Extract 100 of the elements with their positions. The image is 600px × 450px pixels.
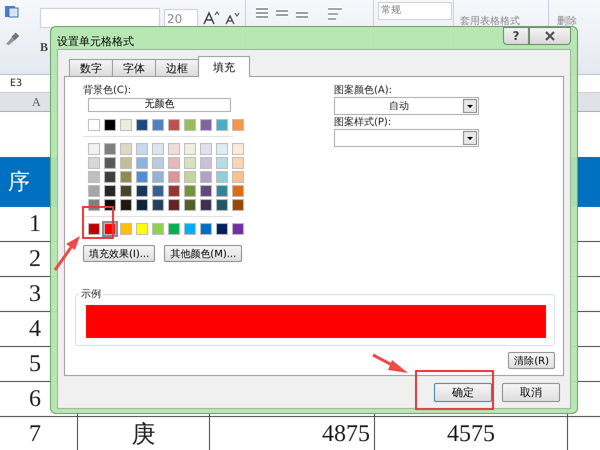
color-swatch[interactable] <box>168 199 180 211</box>
color-swatch[interactable] <box>200 143 212 155</box>
help-button[interactable]: ? <box>503 27 529 45</box>
color-swatch[interactable] <box>104 185 116 197</box>
color-swatch[interactable] <box>200 185 212 197</box>
color-swatch[interactable] <box>152 119 164 131</box>
pattern-color-dropdown[interactable]: 自动 <box>334 97 479 115</box>
bold-button[interactable]: B <box>40 40 48 55</box>
color-swatch[interactable] <box>232 171 244 183</box>
color-swatch[interactable] <box>184 143 196 155</box>
close-icon <box>544 31 556 41</box>
table-cell: 4575 <box>447 420 495 448</box>
color-swatch[interactable] <box>152 185 164 197</box>
color-swatch[interactable] <box>200 223 212 235</box>
color-swatch[interactable] <box>152 143 164 155</box>
tab[interactable]: 字体 <box>112 59 156 76</box>
color-swatch[interactable] <box>136 223 148 235</box>
color-swatch[interactable] <box>88 119 100 131</box>
color-swatch[interactable] <box>168 157 180 169</box>
color-swatch[interactable] <box>152 171 164 183</box>
clipboard-icon[interactable] <box>4 4 20 18</box>
tab[interactable]: 填充 <box>198 56 250 77</box>
color-swatch[interactable] <box>216 119 228 131</box>
color-swatch[interactable] <box>168 119 180 131</box>
color-swatch[interactable] <box>88 171 100 183</box>
shrink-font-icon[interactable] <box>224 10 240 26</box>
close-button[interactable] <box>529 27 571 45</box>
color-swatch[interactable] <box>168 171 180 183</box>
color-swatch[interactable] <box>136 157 148 169</box>
color-swatch[interactable] <box>168 185 180 197</box>
name-box[interactable]: E3 <box>0 78 22 89</box>
color-swatch[interactable] <box>184 157 196 169</box>
more-colors-button[interactable]: 其他颜色(M)... <box>164 245 242 262</box>
color-swatch[interactable] <box>120 171 132 183</box>
font-name-field[interactable] <box>40 8 160 28</box>
table-header-cell-text: 序 <box>8 169 30 197</box>
color-swatch[interactable] <box>88 223 100 235</box>
color-swatch[interactable] <box>216 157 228 169</box>
color-swatch[interactable] <box>216 199 228 211</box>
color-swatch[interactable] <box>120 185 132 197</box>
color-swatch[interactable] <box>184 185 196 197</box>
color-swatch[interactable] <box>232 185 244 197</box>
color-swatch[interactable] <box>152 199 164 211</box>
color-swatch[interactable] <box>216 143 228 155</box>
color-swatch[interactable] <box>216 185 228 197</box>
color-swatch[interactable] <box>168 223 180 235</box>
color-swatch[interactable] <box>120 143 132 155</box>
color-swatch[interactable] <box>200 157 212 169</box>
color-swatch[interactable] <box>104 157 116 169</box>
color-swatch[interactable] <box>184 171 196 183</box>
color-swatch[interactable] <box>120 119 132 131</box>
color-swatch[interactable] <box>104 143 116 155</box>
color-swatch[interactable] <box>120 223 132 235</box>
color-swatch[interactable] <box>88 185 100 197</box>
color-swatch[interactable] <box>184 199 196 211</box>
column-header[interactable]: A <box>32 94 41 110</box>
color-swatch[interactable] <box>232 119 244 131</box>
color-swatch[interactable] <box>184 119 196 131</box>
table-cell: 7 <box>0 417 78 450</box>
pattern-style-dropdown[interactable] <box>334 129 479 147</box>
color-swatch[interactable] <box>136 199 148 211</box>
pattern-style-label: 图案样式(P): <box>334 117 392 129</box>
clear-button[interactable]: 清除(R) <box>508 352 555 369</box>
color-swatch[interactable] <box>168 143 180 155</box>
color-swatch[interactable] <box>120 157 132 169</box>
color-swatch[interactable] <box>136 119 148 131</box>
color-swatch[interactable] <box>232 143 244 155</box>
color-swatch[interactable] <box>152 223 164 235</box>
sample-label: 示例 <box>79 287 103 301</box>
color-swatch[interactable] <box>136 171 148 183</box>
color-swatch[interactable] <box>232 223 244 235</box>
ok-button[interactable]: 确定 <box>434 383 492 402</box>
tab[interactable]: 数字 <box>69 59 113 76</box>
grow-font-icon[interactable] <box>202 10 220 26</box>
color-swatch[interactable] <box>200 171 212 183</box>
color-swatch[interactable] <box>232 199 244 211</box>
dialog-title: 设置单元格格式 <box>57 34 134 49</box>
color-swatch[interactable] <box>104 119 116 131</box>
no-color-button[interactable]: 无颜色 <box>88 98 231 112</box>
wrap-text-icon[interactable] <box>326 6 344 22</box>
color-swatch[interactable] <box>200 119 212 131</box>
color-swatch[interactable] <box>88 143 100 155</box>
color-swatch[interactable] <box>216 171 228 183</box>
fill-effects-button[interactable]: 填充效果(I)... <box>83 245 156 262</box>
font-size-field[interactable]: 20 <box>164 9 198 27</box>
color-swatch[interactable] <box>136 185 148 197</box>
color-swatch[interactable] <box>216 223 228 235</box>
cancel-button[interactable]: 取消 <box>502 383 560 402</box>
color-swatch[interactable] <box>184 223 196 235</box>
brush-icon[interactable] <box>4 32 20 46</box>
color-swatch[interactable] <box>120 199 132 211</box>
color-swatch[interactable] <box>232 157 244 169</box>
color-swatch[interactable] <box>152 157 164 169</box>
number-format-field[interactable]: 常规 <box>378 2 452 20</box>
color-swatch[interactable] <box>200 199 212 211</box>
pointer-arrow <box>54 236 80 271</box>
color-swatch[interactable] <box>88 157 100 169</box>
tab[interactable]: 边框 <box>155 59 199 76</box>
color-swatch[interactable] <box>104 171 116 183</box>
color-swatch[interactable] <box>136 143 148 155</box>
